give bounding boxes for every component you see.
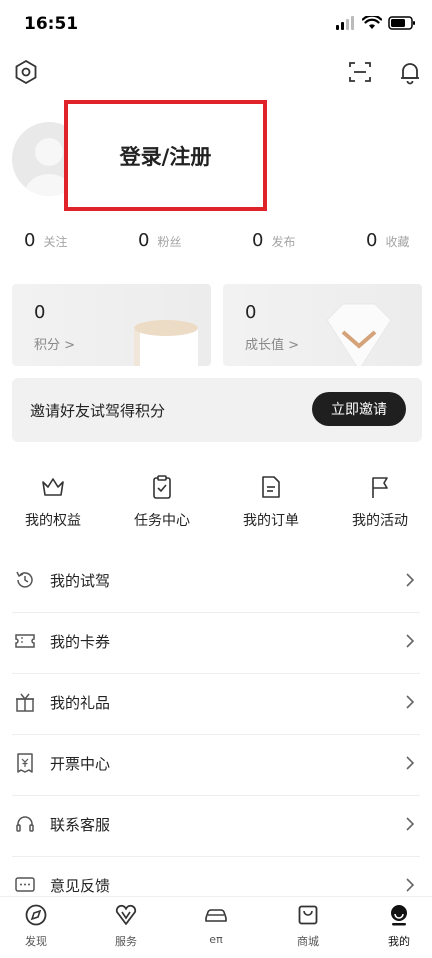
stat-count: 0 xyxy=(138,230,150,251)
menu-item-customer-service[interactable]: 联系客服 xyxy=(12,796,420,857)
stat-label: 发布 xyxy=(271,235,296,249)
points-card[interactable]: 0 积分 > xyxy=(12,284,211,366)
menu-label: 联系客服 xyxy=(50,816,111,834)
invite-text: 邀请好友试驾得积分 xyxy=(30,402,166,420)
stat-count: 0 xyxy=(24,230,36,251)
menu-item-coupons[interactable]: 我的卡券 xyxy=(12,613,420,674)
diamond-illustration-icon xyxy=(326,303,392,366)
clipboard-check-icon xyxy=(153,475,171,499)
growth-value: 0 xyxy=(245,302,257,323)
signal-icon xyxy=(336,16,354,30)
stats-row: 0 关注 0 粉丝 0 发布 0 收藏 xyxy=(0,230,432,260)
top-actions xyxy=(0,56,432,88)
compass-icon xyxy=(25,904,47,926)
tab-service[interactable]: 服务 xyxy=(96,903,156,949)
status-time: 16:51 xyxy=(24,14,79,34)
chevron-right-icon xyxy=(406,878,415,892)
stat-favorites[interactable]: 0 收藏 xyxy=(366,230,409,251)
heart-v-icon xyxy=(115,904,137,925)
gift-icon xyxy=(16,693,34,712)
menu-label: 我的卡券 xyxy=(50,633,111,651)
shopping-bag-icon xyxy=(298,905,318,925)
chevron-right-icon xyxy=(406,756,415,770)
chevron-right-icon xyxy=(406,573,415,587)
points-label: 积分 > xyxy=(34,338,76,353)
scan-icon[interactable] xyxy=(346,58,374,86)
tab-mall[interactable]: 商城 xyxy=(278,903,338,949)
stat-following[interactable]: 0 关注 xyxy=(24,230,67,251)
status-bar: 16:51 xyxy=(0,0,432,48)
points-value: 0 xyxy=(34,302,46,323)
menu-label: 开票中心 xyxy=(50,755,111,773)
quick-label: 任务中心 xyxy=(134,513,190,529)
quick-orders[interactable]: 我的订单 xyxy=(226,474,316,530)
flag-icon xyxy=(372,477,388,498)
invoice-icon xyxy=(17,753,33,773)
profile-icon xyxy=(391,905,407,926)
stat-count: 0 xyxy=(252,230,264,251)
menu-item-gifts[interactable]: 我的礼品 xyxy=(12,674,420,735)
car-icon xyxy=(205,909,227,922)
quick-activities[interactable]: 我的活动 xyxy=(335,474,425,530)
growth-card[interactable]: 0 成长值 > xyxy=(223,284,422,366)
tab-label: 发现 xyxy=(25,935,47,948)
tab-discover[interactable]: 发现 xyxy=(6,903,66,949)
quick-label: 我的活动 xyxy=(352,513,408,529)
stat-label: 粉丝 xyxy=(157,235,182,249)
bell-icon[interactable] xyxy=(396,58,424,86)
tab-mine[interactable]: 我的 xyxy=(369,903,429,949)
invite-button[interactable]: 立即邀请 xyxy=(312,392,406,426)
chevron-right-icon xyxy=(406,817,415,831)
quick-rights[interactable]: 我的权益 xyxy=(8,474,98,530)
status-icons xyxy=(336,16,416,30)
chevron-right-icon xyxy=(406,634,415,648)
ticket-icon xyxy=(15,634,35,648)
login-register-highlight[interactable]: 登录/注册 xyxy=(64,100,267,211)
menu-item-test-drive[interactable]: 我的试驾 xyxy=(12,552,420,613)
tab-epi[interactable]: eπ xyxy=(186,903,246,946)
quick-label: 我的权益 xyxy=(25,513,81,529)
quick-label: 我的订单 xyxy=(243,513,299,529)
quick-actions: 我的权益 任务中心 我的订单 我的活动 xyxy=(0,474,432,534)
headset-icon xyxy=(16,816,34,832)
stat-count: 0 xyxy=(366,230,378,251)
document-icon xyxy=(262,476,280,498)
cards-row: 0 积分 > 0 成长值 > xyxy=(12,284,422,366)
stat-label: 收藏 xyxy=(385,235,410,249)
menu-label: 意见反馈 xyxy=(50,877,111,895)
tab-label: eπ xyxy=(209,933,223,946)
history-icon xyxy=(16,571,33,588)
quick-tasks[interactable]: 任务中心 xyxy=(117,474,207,530)
feedback-icon xyxy=(15,877,35,892)
wifi-icon xyxy=(362,16,382,29)
stat-posts[interactable]: 0 发布 xyxy=(252,230,295,251)
battery-icon xyxy=(388,16,415,30)
profile-section: 登录/注册 xyxy=(0,100,432,211)
menu-label: 我的礼品 xyxy=(50,694,111,712)
stat-label: 关注 xyxy=(43,235,68,249)
chevron-right-icon xyxy=(406,695,415,709)
login-register-link[interactable]: 登录/注册 xyxy=(68,104,263,207)
tab-label: 我的 xyxy=(388,935,410,948)
bottom-tab-bar: 发现 服务 eπ 商城 我的 xyxy=(0,896,432,958)
menu-label: 我的试驾 xyxy=(50,572,111,590)
crown-icon xyxy=(42,478,64,496)
menu-item-invoice[interactable]: 开票中心 xyxy=(12,735,420,796)
stat-fans[interactable]: 0 粉丝 xyxy=(138,230,181,251)
settings-icon[interactable] xyxy=(12,58,40,86)
invite-banner: 邀请好友试驾得积分 立即邀请 xyxy=(12,378,422,442)
growth-label: 成长值 > xyxy=(245,338,300,353)
tab-label: 服务 xyxy=(115,935,137,948)
jar-illustration-icon xyxy=(134,320,198,366)
tab-label: 商城 xyxy=(297,935,319,948)
